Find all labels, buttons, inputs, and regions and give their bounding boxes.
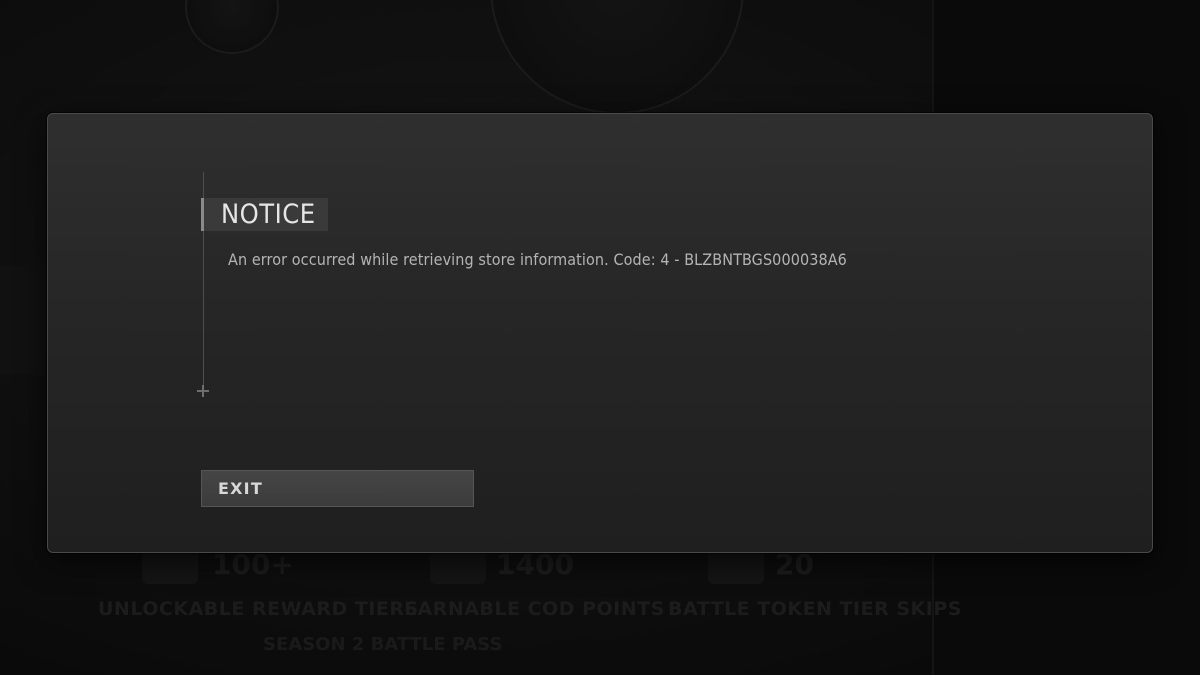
stat-label: EARNABLE COD POINTS (404, 598, 665, 620)
dialog-title: NOTICE (221, 199, 316, 230)
notice-dialog: NOTICE An error occurred while retrievin… (47, 113, 1153, 553)
exit-button-label: EXIT (218, 479, 263, 498)
reward-tiers-icon (142, 550, 198, 584)
cod-points-icon (430, 550, 486, 584)
dialog-title-tag: NOTICE (201, 198, 328, 231)
season-label: SEASON 2 BATTLE PASS (263, 634, 503, 655)
background-banner (0, 265, 46, 375)
error-message: An error occurred while retrieving store… (228, 250, 847, 269)
title-accent-bar (201, 198, 204, 231)
exit-button[interactable]: EXIT (201, 470, 474, 507)
stat-label: BATTLE TOKEN TIER SKIPS (668, 598, 962, 620)
plus-icon (196, 384, 210, 398)
background-battle-pass-stats: 100+ 1400 20 UNLOCKABLE REWARD TIERS EAR… (0, 540, 961, 675)
tier-skip-icon (708, 550, 764, 584)
stat-label: UNLOCKABLE REWARD TIERS (98, 598, 419, 620)
